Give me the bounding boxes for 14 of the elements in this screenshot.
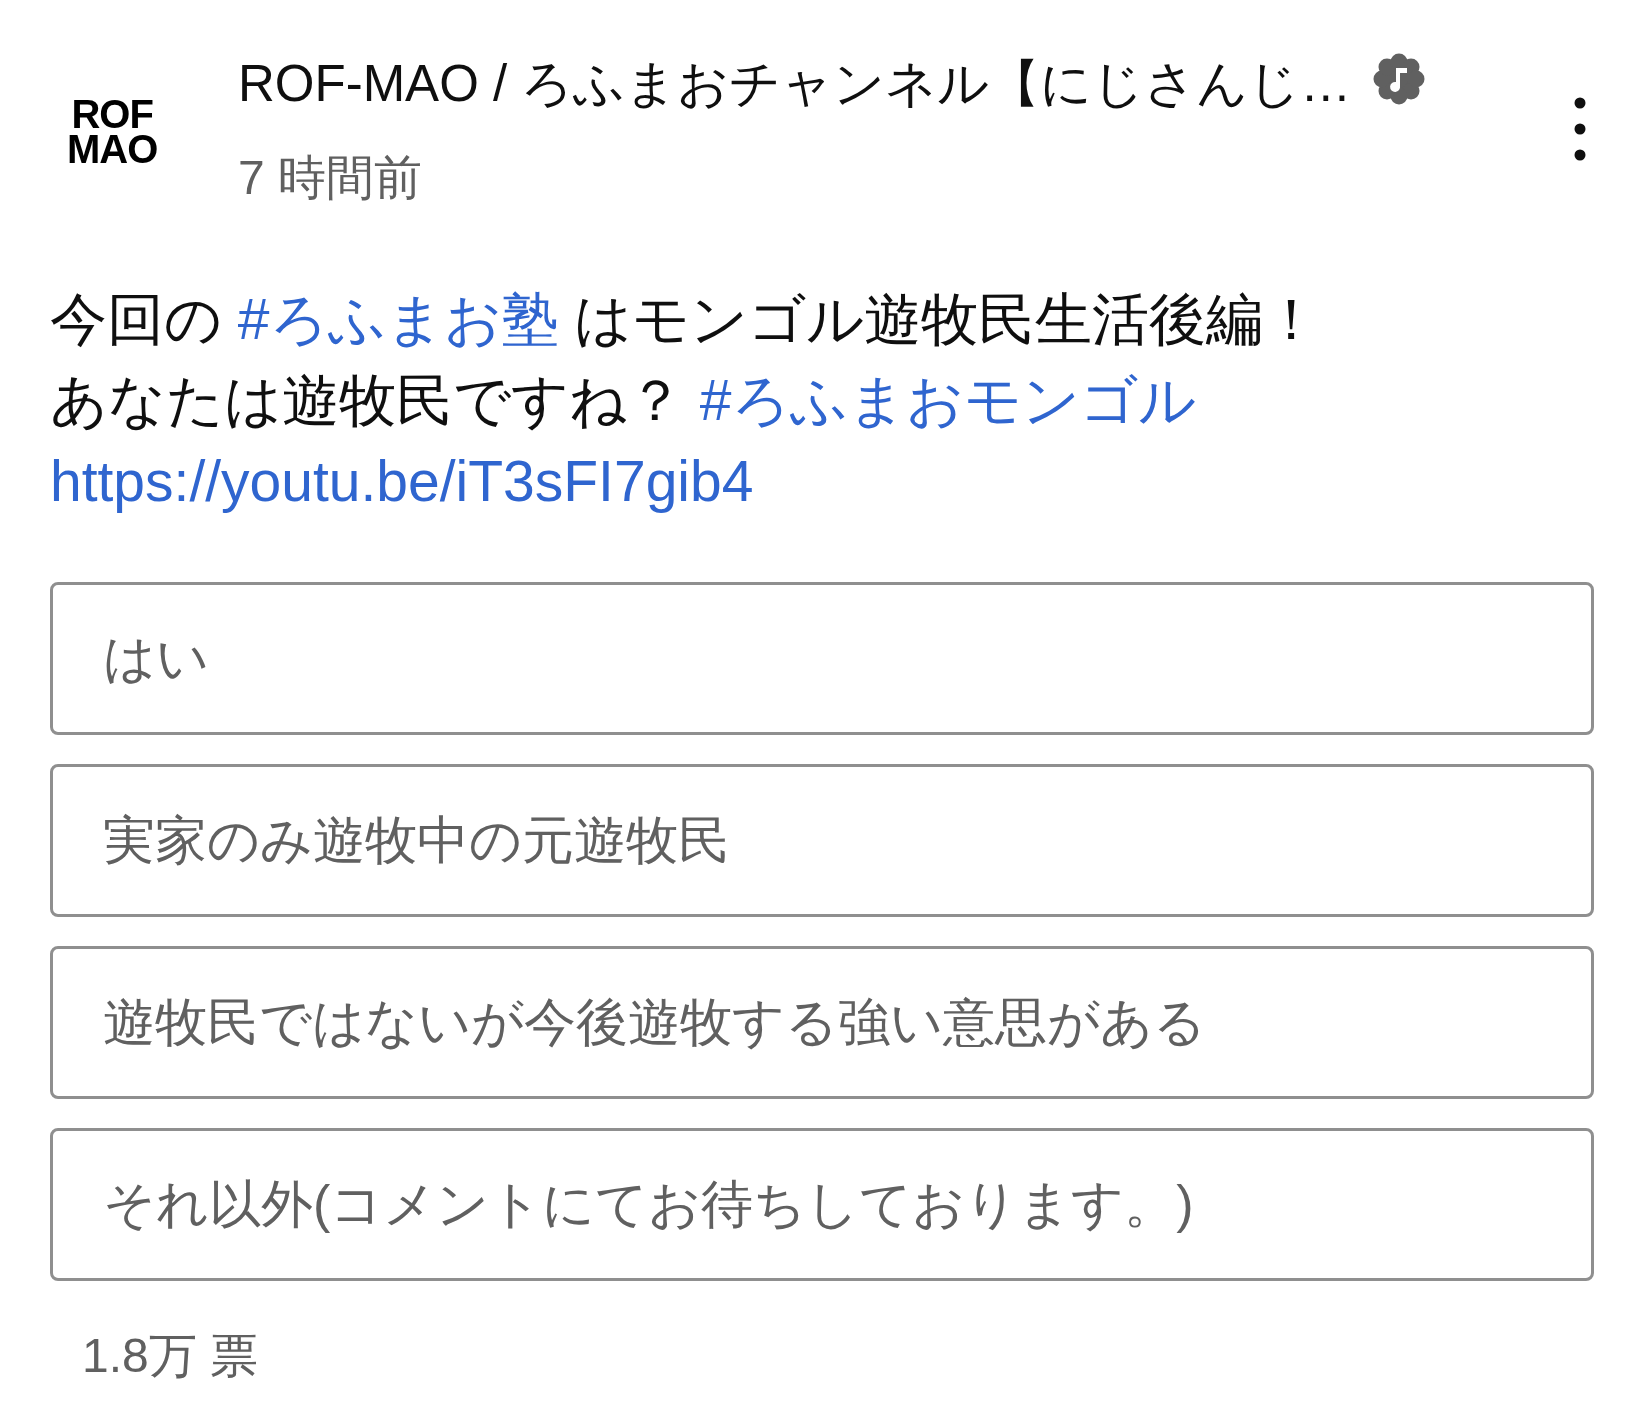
post-time: 7 時間前 (238, 150, 423, 206)
text-link[interactable]: #ろふまお塾 (237, 287, 559, 351)
text-link[interactable]: https://youtu.be/iT3sFI7gib4 (50, 449, 754, 513)
poll-option[interactable]: 遊牧民ではないが今後遊牧する強い意思がある (50, 946, 1594, 1099)
channel-name[interactable]: ROF-MAO / ろふまおチャンネル【にじさんじ… (238, 50, 1352, 118)
channel-logo[interactable]: ROF MAO (67, 97, 158, 167)
poll-option[interactable]: それ以外(コメントにてお待ちしております。) (50, 1128, 1594, 1281)
text-link[interactable]: #ろふまおモンゴル (699, 368, 1196, 432)
music-badge-icon (1373, 53, 1426, 105)
vote-count: 1.8万 票 (82, 1328, 259, 1384)
poll-option[interactable]: 実家のみ遊牧中の元遊牧民 (50, 764, 1594, 917)
more-options-icon[interactable] (1574, 97, 1586, 161)
poll-option[interactable]: はい (50, 582, 1594, 735)
post-text: 今回の #ろふまお塾 はモンゴル遊牧民生活後編！ あなたは遊牧民ですね？ #ろふまおモンゴル https://youtu.be/iT3sFI7gib4 (50, 286, 1322, 515)
